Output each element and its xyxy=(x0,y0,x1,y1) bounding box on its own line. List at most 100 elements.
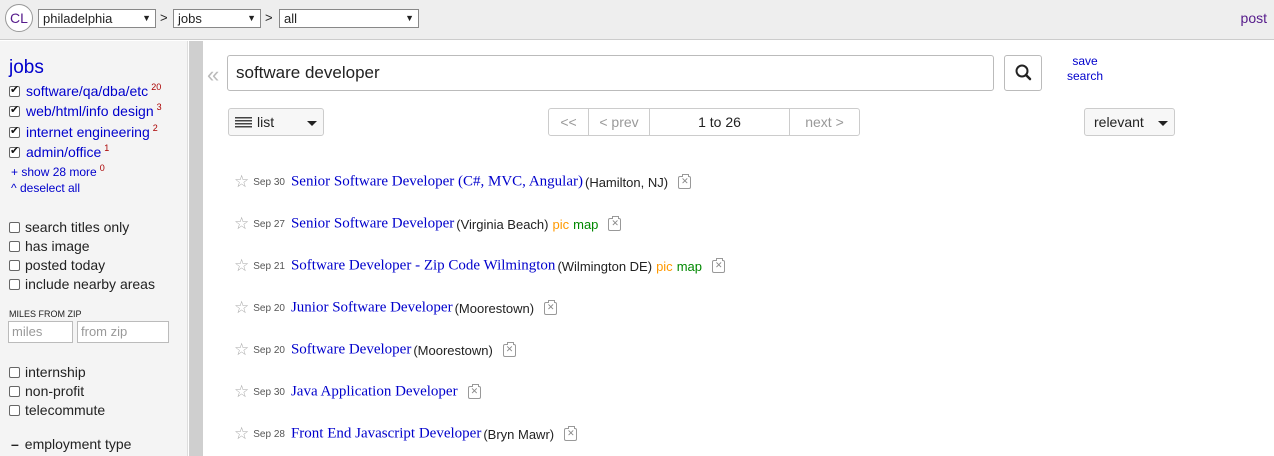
employment-type-label: employment type xyxy=(24,436,132,452)
category-item-internet[interactable]: internet engineering2 xyxy=(9,123,158,140)
hide-posting-icon[interactable] xyxy=(678,173,692,189)
result-row: ☆ Sep 27 Senior Software Developer (Virgini… xyxy=(234,214,622,236)
result-title-link[interactable]: Junior Software Developer xyxy=(291,300,453,316)
subcategory-select[interactable]: all ▼ xyxy=(279,9,419,28)
favorite-star-icon[interactable]: ☆ xyxy=(234,424,249,443)
hide-posting-icon[interactable] xyxy=(564,425,578,441)
result-location: (Wilmington DE) xyxy=(557,258,653,274)
option-internship[interactable]: internship xyxy=(9,364,86,380)
area-select[interactable]: philadelphia ▼ xyxy=(38,9,156,28)
checkbox[interactable] xyxy=(9,367,20,378)
first-page-button[interactable]: << xyxy=(549,109,589,135)
category-label[interactable]: admin/office xyxy=(26,144,101,160)
result-row: ☆ Sep 30 Java Application Developer xyxy=(234,382,481,404)
option-label: has image xyxy=(25,238,90,254)
breadcrumb-separator: > xyxy=(160,10,168,25)
checkbox[interactable] xyxy=(9,222,20,233)
checkbox[interactable] xyxy=(9,279,20,290)
category-title[interactable]: jobs xyxy=(9,57,44,79)
checkbox[interactable] xyxy=(9,405,20,416)
category-item-web[interactable]: web/html/info design3 xyxy=(9,102,162,119)
result-title-link[interactable]: Senior Software Developer xyxy=(291,216,454,232)
result-title-link[interactable]: Java Application Developer xyxy=(291,384,458,400)
hide-posting-icon[interactable] xyxy=(608,215,622,231)
option-search-titles[interactable]: search titles only xyxy=(9,219,129,235)
result-title-link[interactable]: Software Developer - Zip Code Wilmington xyxy=(291,258,555,274)
hide-posting-icon[interactable] xyxy=(544,299,558,315)
view-mode-label: list xyxy=(257,114,275,130)
checkbox-checked[interactable] xyxy=(9,103,20,117)
checkbox-checked[interactable] xyxy=(9,83,20,97)
dropdown-arrow-icon: ▼ xyxy=(142,13,151,23)
prev-page-button[interactable]: < prev xyxy=(589,109,650,135)
breadcrumb-separator: > xyxy=(265,10,273,25)
category-select-value: jobs xyxy=(178,11,202,26)
option-telecommute[interactable]: telecommute xyxy=(9,402,105,418)
result-date: Sep 30 xyxy=(253,386,285,398)
favorite-star-icon[interactable]: ☆ xyxy=(234,340,249,359)
option-non-profit[interactable]: non-profit xyxy=(9,383,84,399)
checkbox[interactable] xyxy=(9,386,20,397)
save-search-line2[interactable]: search xyxy=(1066,69,1104,84)
collapse-sidebar-icon[interactable]: « xyxy=(207,62,219,88)
save-search-line1[interactable]: save xyxy=(1066,54,1104,69)
caret-down-icon xyxy=(1158,121,1168,126)
post-link[interactable]: post xyxy=(1241,10,1267,26)
show-more-label[interactable]: + show 28 more xyxy=(11,165,97,179)
show-more-link[interactable]: + show 28 more 0 xyxy=(11,163,105,179)
favorite-star-icon[interactable]: ☆ xyxy=(234,382,249,401)
result-location: (Moorestown) xyxy=(454,300,535,316)
miles-input[interactable]: miles xyxy=(8,321,73,343)
dropdown-arrow-icon: ▼ xyxy=(405,13,414,23)
result-row: ☆ Sep 28 Front End Javascript Developer (Br… xyxy=(234,424,578,446)
option-has-image[interactable]: has image xyxy=(9,238,90,254)
map-tag[interactable]: map xyxy=(573,217,598,232)
category-item-software[interactable]: software/qa/dba/etc20 xyxy=(9,82,161,99)
category-count: 20 xyxy=(151,82,162,92)
zip-input[interactable]: from zip xyxy=(77,321,169,343)
option-posted-today[interactable]: posted today xyxy=(9,257,105,273)
result-date: Sep 20 xyxy=(253,344,285,356)
result-title-link[interactable]: Senior Software Developer (C#, MVC, Angu… xyxy=(291,174,583,190)
category-label[interactable]: internet engineering xyxy=(26,124,150,140)
result-title-link[interactable]: Front End Javascript Developer xyxy=(291,426,481,442)
result-location: (Moorestown) xyxy=(413,342,493,358)
pic-tag: pic xyxy=(656,258,673,274)
search-input[interactable]: software developer xyxy=(227,55,994,91)
checkbox[interactable] xyxy=(9,241,20,252)
map-tag[interactable]: map xyxy=(677,259,702,274)
save-search-link[interactable]: save search xyxy=(1066,54,1104,84)
result-title-link[interactable]: Software Developer xyxy=(291,342,411,358)
hide-posting-icon[interactable] xyxy=(711,257,725,273)
sidebar-scrollbar[interactable] xyxy=(189,41,203,456)
favorite-star-icon[interactable]: ☆ xyxy=(234,298,249,317)
checkbox-checked[interactable] xyxy=(9,144,20,158)
craigslist-logo[interactable]: CL xyxy=(5,4,33,32)
checkbox-checked[interactable] xyxy=(9,124,20,138)
result-location: (Hamilton, NJ) xyxy=(584,174,669,190)
category-item-admin[interactable]: admin/office1 xyxy=(9,143,109,160)
favorite-star-icon[interactable]: ☆ xyxy=(234,256,249,275)
hide-posting-icon[interactable] xyxy=(502,341,516,357)
result-row: ☆ Sep 21 Software Developer - Zip Code Wil… xyxy=(234,256,725,278)
category-select[interactable]: jobs ▼ xyxy=(173,9,261,28)
result-date: Sep 30 xyxy=(253,176,285,188)
category-count: 3 xyxy=(156,102,162,112)
employment-type-toggle[interactable]: – employment type xyxy=(11,436,131,452)
favorite-star-icon[interactable]: ☆ xyxy=(234,172,249,191)
search-button[interactable] xyxy=(1004,55,1042,91)
option-label: posted today xyxy=(25,257,106,273)
next-page-button[interactable]: next > xyxy=(790,109,859,135)
subcategory-select-value: all xyxy=(284,11,298,26)
checkbox[interactable] xyxy=(9,260,20,271)
result-row: ☆ Sep 30 Senior Software Developer (C#, MV… xyxy=(234,172,692,194)
view-mode-select[interactable]: list xyxy=(228,108,324,136)
option-nearby-areas[interactable]: include nearby areas xyxy=(9,276,155,292)
category-label[interactable]: software/qa/dba/etc xyxy=(26,83,148,99)
deselect-all-link[interactable]: ^ deselect all xyxy=(11,181,80,195)
hide-posting-icon[interactable] xyxy=(467,383,481,399)
category-label[interactable]: web/html/info design xyxy=(26,103,154,119)
top-bar: CL philadelphia ▼ > jobs ▼ > all ▼ post xyxy=(0,0,1274,40)
sort-select[interactable]: relevant xyxy=(1084,108,1175,136)
favorite-star-icon[interactable]: ☆ xyxy=(234,214,249,233)
